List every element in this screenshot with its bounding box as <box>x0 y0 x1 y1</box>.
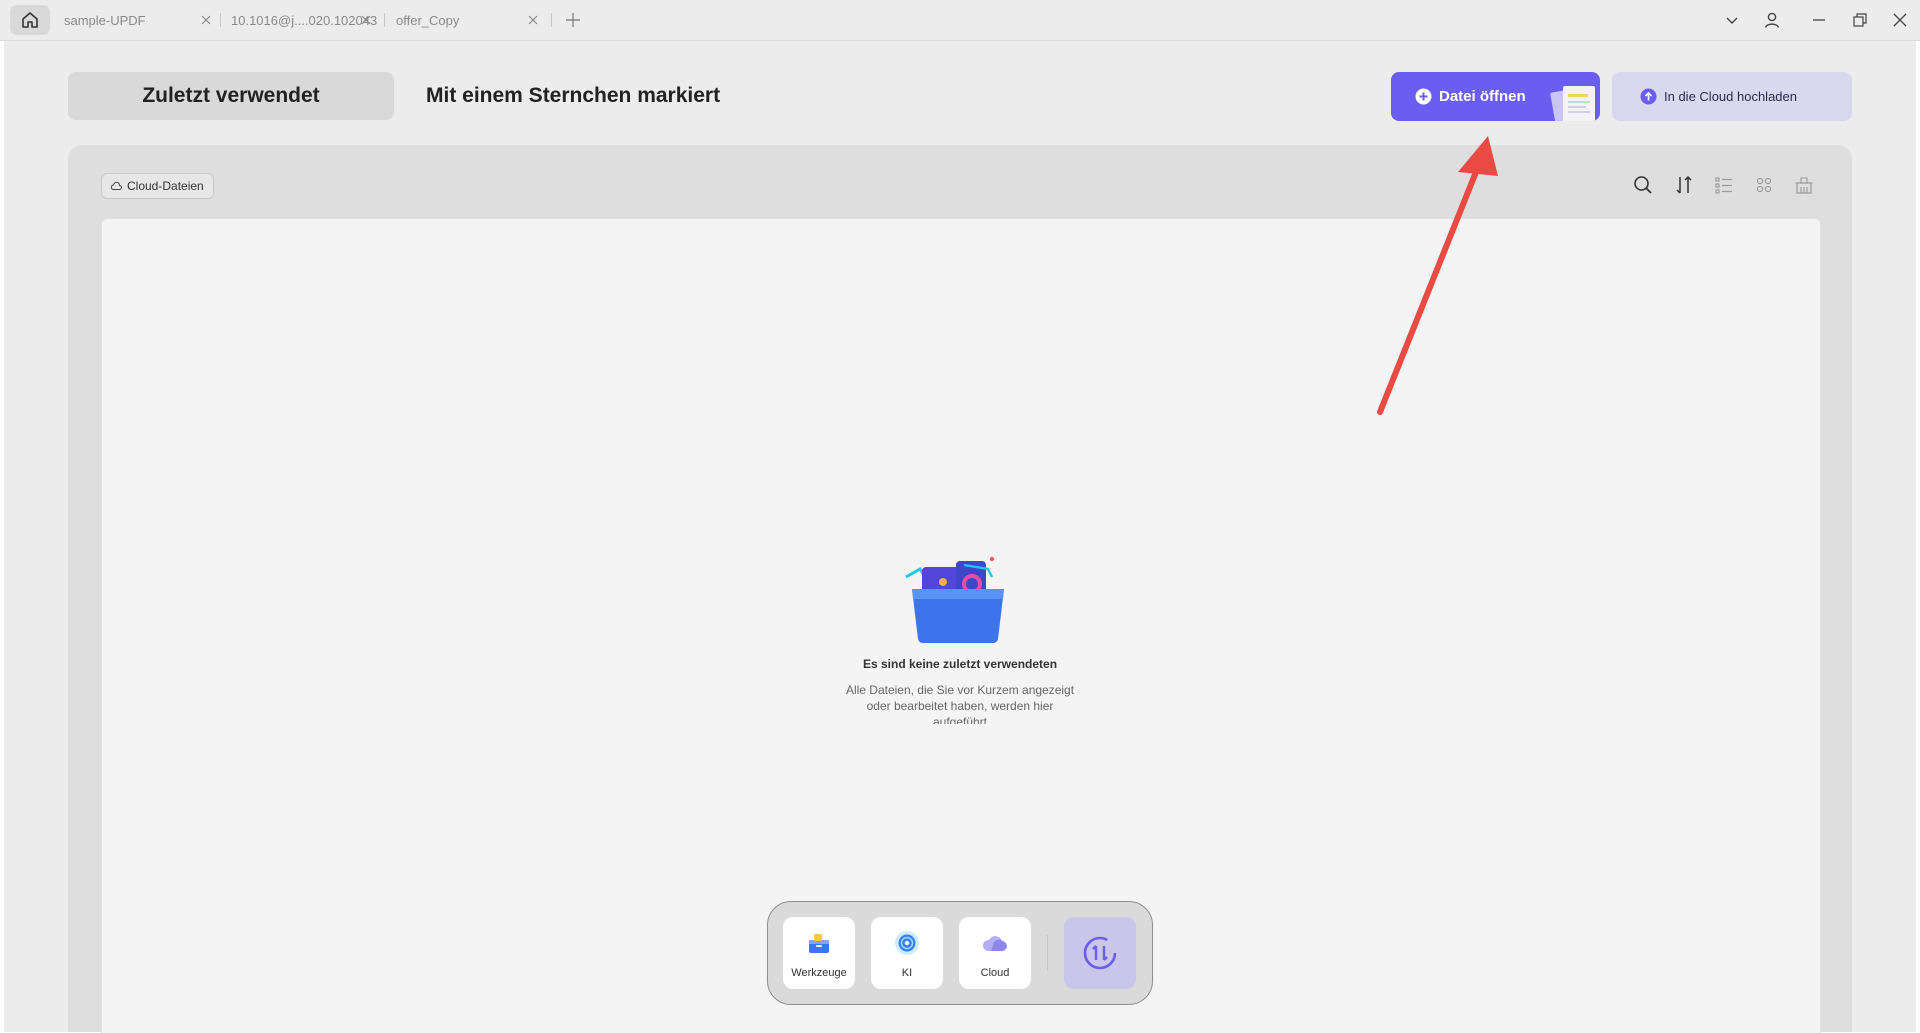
tab-document[interactable]: 10.1016@j....020.102043 <box>231 6 378 34</box>
tab-recent-label: Zuletzt verwendet <box>142 84 320 107</box>
tab-starred[interactable]: Mit einem Sternchen markiert <box>426 72 720 120</box>
convert-icon <box>1083 936 1117 970</box>
empty-state-title: Es sind keine zuletzt verwendeten <box>862 657 1058 671</box>
close-window-icon[interactable] <box>1890 10 1910 30</box>
tab-recent[interactable]: Zuletzt verwendet <box>68 72 394 120</box>
grid-view-icon[interactable] <box>1753 174 1775 196</box>
cloud-icon <box>982 936 1007 951</box>
close-icon[interactable] <box>198 12 214 28</box>
empty-folder-illustration <box>905 556 1004 643</box>
clear-icon[interactable] <box>1793 174 1815 196</box>
plus-circle-icon <box>1415 88 1432 105</box>
tab-divider <box>220 13 221 27</box>
tab-title: sample-UPDF <box>64 12 146 28</box>
ai-icon <box>895 931 919 955</box>
tools-button[interactable]: Werkzeuge <box>783 917 855 989</box>
toolbox-icon <box>809 934 829 953</box>
search-icon[interactable] <box>1632 174 1654 196</box>
home-button[interactable] <box>10 5 50 35</box>
restore-icon[interactable] <box>1850 10 1870 30</box>
open-file-label: Datei öffnen <box>1439 88 1526 105</box>
tab-starred-label: Mit einem Sternchen markiert <box>426 84 721 107</box>
ai-label: KI <box>901 967 913 979</box>
home-icon <box>22 12 38 28</box>
list-view-icon[interactable] <box>1713 174 1735 196</box>
open-file-button[interactable]: Datei öffnen <box>1391 72 1600 121</box>
tab-title: 10.1016@j....020.102043 <box>231 12 378 28</box>
empty-state-description: Alle Dateien, die Sie vor Kurzem angezei… <box>845 683 1075 724</box>
upload-to-cloud-button[interactable]: In die Cloud hochladen <box>1612 72 1852 121</box>
convert-button[interactable] <box>1064 917 1136 989</box>
sort-icon[interactable] <box>1673 174 1695 196</box>
cloud-label: Cloud <box>980 967 1010 979</box>
close-icon[interactable] <box>358 12 374 28</box>
ai-button[interactable]: KI <box>871 917 943 989</box>
close-icon[interactable] <box>525 12 541 28</box>
tab-title: offer_Copy <box>396 12 460 28</box>
dock-divider <box>1047 935 1048 971</box>
upload-icon <box>1640 88 1657 105</box>
tools-label: Werkzeuge <box>791 967 847 979</box>
cloud-icon <box>110 181 122 190</box>
cloud-files-label: Cloud-Dateien <box>127 179 204 193</box>
tab-offer-copy[interactable]: offer_Copy <box>396 6 541 34</box>
tab-divider <box>551 13 552 27</box>
title-bar: sample-UPDF 10.1016@j....020.102043 offe… <box>0 0 1920 41</box>
minimize-icon[interactable] <box>1809 10 1829 30</box>
upload-label: In die Cloud hochladen <box>1664 89 1797 104</box>
cloud-files-filter[interactable]: Cloud-Dateien <box>101 173 214 199</box>
tab-sample-updf[interactable]: sample-UPDF <box>64 6 214 34</box>
user-icon[interactable] <box>1762 10 1782 30</box>
annotation-arrow <box>1377 136 1498 415</box>
cloud-button[interactable]: Cloud <box>959 917 1031 989</box>
chevron-down-icon[interactable] <box>1722 10 1742 30</box>
new-tab-icon[interactable] <box>564 11 582 29</box>
tab-divider <box>384 13 385 27</box>
documents-icon <box>1550 86 1595 121</box>
